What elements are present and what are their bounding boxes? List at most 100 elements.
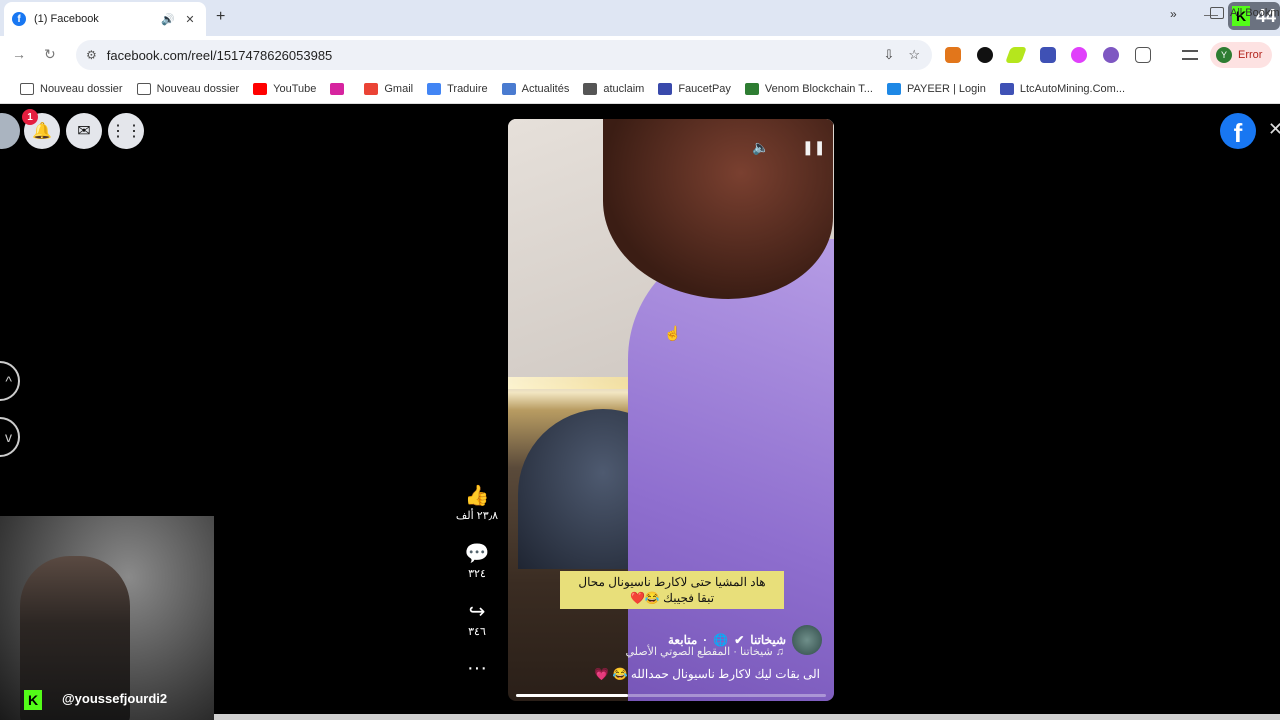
bookmark-star-icon[interactable]: ☆ [908,47,920,63]
reel-description: الى بقات ليك لاكارط ناسيونال حمدالله 😂 💗 [594,667,820,681]
reload-icon[interactable]: ↻ [44,46,56,63]
bookmark-item[interactable]: YouTube [253,82,316,95]
share-count: ٣٤٦ [468,626,486,638]
instagram-icon [330,82,345,95]
bookmark-label: Venom Blockchain T... [764,82,873,95]
previous-reel-button[interactable]: ^ [0,361,20,401]
bookmark-label: Nouveau dossier [40,82,123,95]
news-icon [501,82,516,95]
ltc-icon [999,82,1014,95]
hand-cursor-icon: ☝ [664,325,682,341]
venom-icon [744,82,759,95]
youtube-icon [253,82,268,95]
tab-strip: f (1) Facebook 🔊 ✕ + — K 44 [0,0,1280,36]
audio-label[interactable]: شيخاتنا · المقطع الصوتي الأصلي [626,646,773,658]
bookmark-item[interactable]: LtcAutoMining.Com... [999,82,1125,95]
tab-close-icon[interactable]: ✕ [182,13,198,26]
profile-avatar[interactable] [0,113,20,149]
gmail-icon [364,82,379,95]
payeer-icon [886,82,901,95]
bookmarks-overflow-icon[interactable]: » [1170,7,1177,21]
globe-icon [583,82,598,95]
share-button[interactable]: ↪ ٣٤٦ [452,601,502,638]
video-progress-bar[interactable] [516,694,826,697]
bookmark-label: Actualités [521,82,570,95]
translate-icon [427,82,442,95]
facebook-reel-page: 🔔 1 ✉ ⋮⋮ f ✕ ^ v 🔈 ❚❚ هاد المشيا حتى لاك… [0,105,1280,720]
bookmark-item[interactable]: Nouveau dossier [20,82,123,95]
media-control-icon[interactable] [1182,50,1198,60]
close-reel-icon[interactable]: ✕ [1268,119,1280,140]
bookmark-item[interactable] [330,82,350,95]
shield-extension-icon[interactable] [1040,47,1056,63]
comment-button[interactable]: 💬 ٣٢٤ [452,543,502,580]
reel-video[interactable]: 🔈 ❚❚ هاد المشيا حتى لاكارط ناسيونال محال… [508,119,834,701]
tab-facebook[interactable]: f (1) Facebook 🔊 ✕ [4,2,206,36]
bookmark-item[interactable]: Gmail [364,82,414,95]
next-reel-button[interactable]: v [0,417,20,457]
address-bar[interactable]: ⚙ facebook.com/reel/1517478626053985 ⇩ ☆ [76,40,932,70]
bookmark-item[interactable]: FaucetPay [658,82,731,95]
leaf-extension-icon[interactable] [1005,47,1027,63]
bookmark-item[interactable]: atuclaim [583,82,645,95]
all-bookmarks-label: All Bookm [1230,7,1280,19]
speaker-icon[interactable]: 🔊 [160,13,176,26]
bookmarks-bar: Nouveau dossier Nouveau dossier YouTube Gma… [0,74,1280,104]
kick-logo-icon: K [24,690,42,710]
metamask-extension-icon[interactable] [945,47,961,63]
notification-count-badge: 1 [22,109,38,125]
extension-icon[interactable] [1103,47,1119,63]
comment-count: ٣٢٤ [468,568,486,580]
bookmark-item[interactable]: Traduire [427,82,488,95]
facebook-logo-icon[interactable]: f [1220,113,1256,149]
stream-handle: @youssefjourdi2 [62,691,168,706]
bookmark-label: atuclaim [603,82,645,95]
bookmark-label: Traduire [447,82,488,95]
avatar: Y [1216,47,1232,63]
more-icon: ··· [467,657,487,679]
bookmark-label: LtcAutoMining.Com... [1019,82,1125,95]
tab-title: (1) Facebook [34,13,99,25]
bookmark-label: Gmail [384,82,414,95]
mute-icon[interactable]: 🔈 [752,139,769,156]
bookmark-item[interactable]: Nouveau dossier [136,82,240,95]
messenger-icon[interactable]: ✉ [66,113,102,149]
caption-line-2: تبقا فجيبك 😂❤️ [629,591,715,605]
bookmark-label: Nouveau dossier [156,82,240,95]
audio-info[interactable]: ♫ شيخاتنا · المقطع الصوتي الأصلي [626,645,784,658]
video-progress-fill [516,694,628,697]
menu-grid-icon[interactable]: ⋮⋮ [108,113,144,149]
bookmark-item[interactable]: PAYEER | Login [886,82,986,95]
bookmark-item[interactable]: Venom Blockchain T... [744,82,873,95]
share-icon: ↪ [468,601,486,623]
bookmark-label: PAYEER | Login [906,82,986,95]
more-options-button[interactable]: ··· [452,657,502,679]
folder-icon [1210,7,1224,19]
install-app-icon[interactable]: ⇩ [883,47,894,63]
profile-button[interactable]: Y Error [1210,42,1272,68]
page-scroll-strip [214,714,1280,720]
extension-icon[interactable] [1071,47,1087,63]
new-tab-button[interactable]: + [216,8,225,26]
faucetpay-icon [658,82,673,95]
folder-icon [136,82,151,95]
bookmark-item[interactable]: Actualités [501,82,570,95]
comment-icon: 💬 [464,543,490,565]
author-avatar[interactable] [792,625,822,655]
like-icon: 👍 [464,485,490,507]
folder-icon [20,82,34,95]
pause-icon[interactable]: ❚❚ [802,139,825,156]
site-info-icon[interactable]: ⚙ [86,48,97,62]
extensions-puzzle-icon[interactable] [1135,47,1151,63]
forward-icon[interactable]: → [12,46,26,62]
address-url[interactable]: facebook.com/reel/1517478626053985 [107,48,333,63]
facebook-favicon-icon: f [12,12,26,26]
webcam-overlay: K @youssefjourdi2 [0,516,214,720]
music-note-icon: ♫ [772,646,784,658]
caption-line-1: هاد المشيا حتى لاكارط ناسيونال محال [578,575,766,589]
bookmark-label: FaucetPay [678,82,731,95]
all-bookmarks[interactable]: All Bookm [1210,7,1280,19]
extension-icon[interactable] [977,47,993,63]
profile-status: Error [1238,49,1263,61]
like-button[interactable]: 👍 ٢٣٫٨ ألف [452,485,502,522]
